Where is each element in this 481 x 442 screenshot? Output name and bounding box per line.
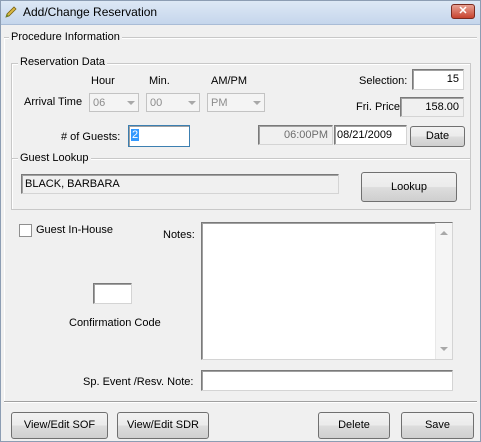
view-edit-sof-button[interactable]: View/Edit SOF [11,412,108,439]
chevron-down-icon [188,101,196,105]
guests-label: # of Guests: [61,131,121,143]
date-field[interactable]: 08/21/2009 [334,125,407,145]
guest-name-value: BLACK, BARBARA [25,178,120,190]
reservation-data-caption: Reservation Data [18,56,107,68]
notes-label: Notes: [163,229,195,241]
guest-inhouse-label: Guest In-House [36,224,114,236]
min-select-value: 00 [150,97,163,109]
time-field: 06:00PM [258,125,333,145]
footer-separator [4,401,477,403]
view-edit-sdr-label: View/Edit SDR [127,419,199,431]
hour-select-value: 06 [93,97,106,109]
time-field-value: 06:00PM [283,129,328,141]
guest-lookup-caption: Guest Lookup [18,152,91,164]
lookup-button-label: Lookup [390,181,428,193]
date-button-label: Date [425,130,450,142]
reservation-window: Add/Change Reservation ✕ Procedure Infor… [0,0,481,442]
chevron-down-icon [127,101,135,105]
pencil-icon [5,6,17,18]
guests-field[interactable]: 2 [128,125,190,147]
guest-name-field: BLACK, BARBARA [21,174,339,194]
ampm-select[interactable]: PM [207,93,265,112]
lookup-button[interactable]: Lookup [361,172,457,202]
notes-textarea[interactable] [201,222,453,360]
delete-button[interactable]: Delete [318,412,390,439]
date-button[interactable]: Date [410,126,465,147]
chevron-down-icon [253,101,261,105]
fri-price-label: Fri. Price [356,101,400,113]
hour-select[interactable]: 06 [89,93,139,112]
guests-field-value: 2 [131,129,140,141]
selection-field-value: 15 [446,73,459,85]
notes-scrollbar[interactable] [435,223,452,359]
fri-price-value: 158.00 [425,101,459,113]
selection-label: Selection: [359,75,408,87]
save-button[interactable]: Save [401,412,474,439]
confirmation-code-label: Confirmation Code [69,317,161,329]
close-button[interactable]: ✕ [451,4,475,19]
scroll-up-icon[interactable] [440,231,448,235]
sp-event-field[interactable] [201,370,453,391]
min-column-label: Min. [149,75,170,87]
fri-price-field: 158.00 [400,97,464,117]
window-title: Add/Change Reservation [23,5,158,19]
view-edit-sof-label: View/Edit SOF [23,419,96,431]
hour-column-label: Hour [91,75,115,87]
delete-button-label: Delete [338,419,370,431]
scroll-down-icon[interactable] [440,347,448,351]
ampm-select-value: PM [211,97,228,109]
procedure-information-caption: Procedure Information [9,31,122,43]
save-button-label: Save [424,419,451,431]
date-field-value: 08/21/2009 [337,129,393,141]
sp-event-label: Sp. Event /Resv. Note: [83,376,194,388]
arrival-time-label: Arrival Time [24,96,83,108]
view-edit-sdr-button[interactable]: View/Edit SDR [117,412,209,439]
guest-inhouse-checkbox[interactable] [19,224,32,237]
selection-field[interactable]: 15 [412,69,464,90]
confirmation-code-field[interactable] [93,283,132,304]
ampm-column-label: AM/PM [211,75,248,87]
title-bar[interactable]: Add/Change Reservation ✕ [1,1,480,25]
min-select[interactable]: 00 [146,93,200,112]
close-icon: ✕ [458,5,468,17]
